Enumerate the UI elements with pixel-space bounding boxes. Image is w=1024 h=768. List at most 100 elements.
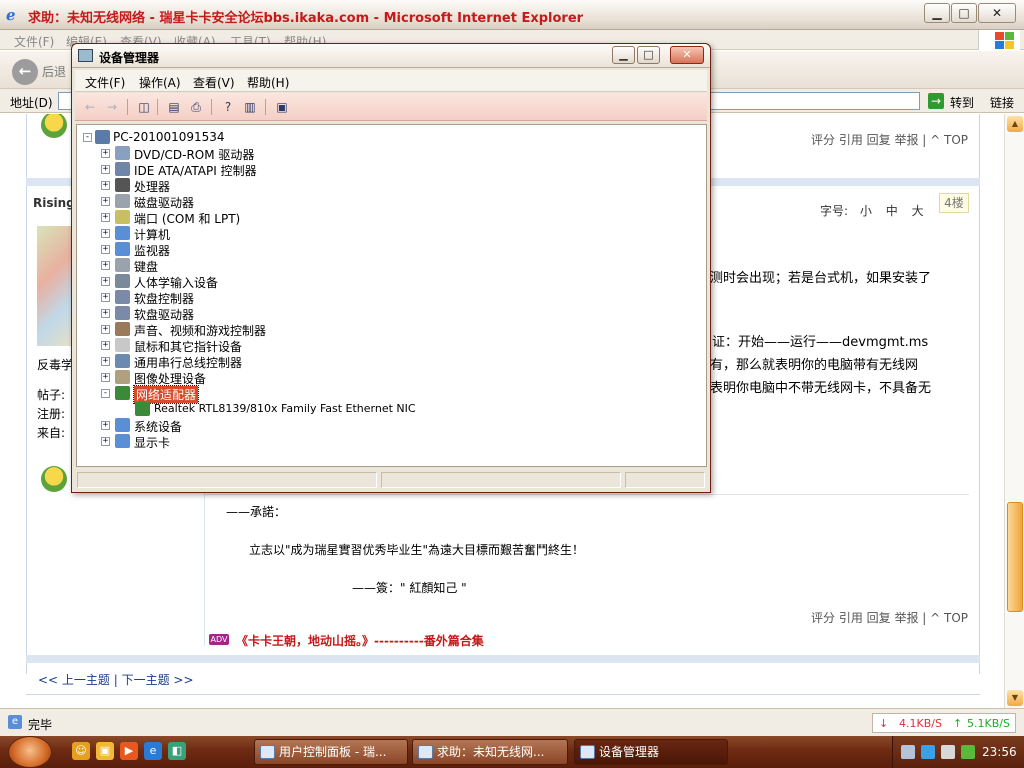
tree-category-item[interactable]: + 磁盘驱动器 (77, 193, 697, 210)
expand-icon[interactable]: + (101, 261, 110, 270)
expand-icon[interactable]: + (101, 229, 110, 238)
tree-category-item[interactable]: + 键盘 (77, 257, 697, 274)
expand-icon[interactable]: + (101, 149, 110, 158)
network-speed-meter: ↓ 4.1KB/S ↑ 5.1KB/S (872, 713, 1016, 733)
tree-category-item[interactable]: + IDE ATA/ATAPI 控制器 (77, 161, 697, 178)
user-name[interactable]: Rising (33, 196, 75, 210)
scroll-up-icon[interactable]: ▲ (1007, 116, 1023, 132)
go-button[interactable]: 转到 (950, 94, 974, 111)
font-small-button[interactable]: 小 (860, 204, 872, 218)
post-body-line: 表明你电脑中不带无线网卡，不具备无 (710, 381, 932, 396)
task-ie-forum[interactable]: 求助：未知无线网... (412, 739, 568, 765)
tree-category-item[interactable]: + 通用串行总线控制器 (77, 353, 697, 370)
back-button-label[interactable]: 后退 (42, 63, 66, 80)
tree-category-item[interactable]: + 系统设备 (77, 417, 697, 434)
quicklaunch-folder-icon[interactable]: ▣ (96, 742, 114, 760)
back-arrow-icon[interactable]: ← (81, 98, 99, 116)
quicklaunch-app-icon[interactable]: ☺ (72, 742, 90, 760)
go-arrow-icon[interactable]: → (928, 93, 944, 109)
font-medium-button[interactable]: 中 (886, 204, 898, 218)
expand-icon[interactable]: + (101, 357, 110, 366)
clock[interactable]: 23:56 (982, 745, 1017, 759)
expand-icon[interactable]: + (101, 373, 110, 382)
tree-category-item[interactable]: + 软盘驱动器 (77, 305, 697, 322)
tree-category-item[interactable]: + 软盘控制器 (77, 289, 697, 306)
tree-category-item[interactable]: + 处理器 (77, 177, 697, 194)
help-icon[interactable]: ? (219, 98, 237, 116)
tray-antivirus-icon[interactable] (921, 745, 935, 759)
post-actions[interactable]: 评分 引用 回复 举报 | ^ TOP (811, 131, 968, 148)
list-view-icon[interactable]: ▥ (241, 98, 259, 116)
scroll-thumb[interactable] (1007, 502, 1023, 612)
expand-icon[interactable]: + (101, 213, 110, 222)
expand-icon[interactable]: + (101, 325, 110, 334)
post-actions[interactable]: 评分 引用 回复 举报 | ^ TOP (811, 609, 968, 626)
upload-arrow-icon: ↑ (953, 717, 963, 730)
show-hide-tree-icon[interactable]: ◫ (135, 98, 153, 116)
start-button[interactable] (8, 736, 52, 768)
tree-root[interactable]: - PC-201001091534 (77, 129, 697, 145)
maximize-button[interactable]: □ (951, 3, 977, 23)
tray-network-icon[interactable] (901, 745, 915, 759)
scan-hardware-icon[interactable]: ▣ (273, 98, 291, 116)
expand-icon[interactable]: + (101, 309, 110, 318)
expand-icon[interactable]: + (101, 181, 110, 190)
forward-arrow-icon[interactable]: → (103, 98, 121, 116)
tray-app-icon[interactable] (961, 745, 975, 759)
tree-category-item[interactable]: + 鼠标和其它指针设备 (77, 337, 697, 354)
dm-toolbar: ← → ◫ ▤ ⎙ ? ▥ ▣ (75, 93, 707, 121)
tree-category-item[interactable]: + 计算机 (77, 225, 697, 242)
scroll-down-icon[interactable]: ▼ (1007, 690, 1023, 706)
tree-category-item[interactable]: + 声音、视频和游戏控制器 (77, 321, 697, 338)
close-button[interactable]: ✕ (978, 3, 1016, 23)
quicklaunch-ie-icon[interactable]: e (144, 742, 162, 760)
tray-volume-icon[interactable] (941, 745, 955, 759)
tree-category-item[interactable]: + 图像处理设备 (77, 369, 697, 386)
address-label: 地址(D) (10, 96, 53, 110)
task-user-control-panel[interactable]: 用户控制面板 - 瑞... (254, 739, 408, 765)
quicklaunch-desktop-icon[interactable]: ◧ (168, 742, 186, 760)
vertical-scrollbar[interactable]: ▲ ▼ (1004, 114, 1024, 708)
user-avatar-icon (41, 114, 67, 138)
expand-icon[interactable]: + (101, 341, 110, 350)
floor-badge: 4楼 (939, 193, 969, 213)
properties-icon[interactable]: ▤ (165, 98, 183, 116)
expand-icon[interactable]: + (101, 197, 110, 206)
links-button[interactable]: 链接 (990, 94, 1014, 111)
dm-close-button[interactable]: ✕ (670, 46, 704, 64)
expand-icon[interactable]: + (101, 277, 110, 286)
expand-icon[interactable]: + (101, 165, 110, 174)
dm-menu-help[interactable]: 帮助(H) (247, 74, 289, 91)
tree-category-item[interactable]: + 监视器 (77, 241, 697, 258)
expand-icon[interactable]: + (101, 245, 110, 254)
thread-navigation[interactable]: << 上一主题 | 下一主题 >> (38, 671, 194, 688)
back-arrow-icon[interactable]: ← (12, 59, 38, 85)
expand-icon[interactable]: + (101, 421, 110, 430)
dm-minimize-button[interactable]: ▁ (612, 46, 635, 64)
quicklaunch-media-icon[interactable]: ▶ (120, 742, 138, 760)
tree-category-item[interactable]: + DVD/CD-ROM 驱动器 (77, 145, 697, 162)
dm-maximize-button[interactable]: □ (637, 46, 660, 64)
computer-icon (95, 130, 110, 144)
ie-title-bar: ℯ 求助：未知无线网络 - 瑞星卡卡安全论坛bbs.ikaka.com - Mi… (0, 0, 1024, 30)
collapse-icon[interactable]: - (83, 133, 92, 142)
adv-link[interactable]: 《卡卡王朝，地动山摇。》----------番外篇合集 (236, 632, 484, 649)
tree-category-item[interactable]: + 显示卡 (77, 433, 697, 450)
tree-category-item[interactable]: - 网络适配器 (77, 385, 697, 404)
expand-icon[interactable]: + (101, 293, 110, 302)
dm-menu-view[interactable]: 查看(V) (193, 74, 235, 91)
device-tree[interactable]: - PC-201001091534 + DVD/CD-ROM 驱动器 + IDE ATA/… (76, 124, 707, 467)
collapse-icon[interactable]: - (101, 389, 110, 398)
task-device-manager[interactable]: 设备管理器 (574, 739, 728, 765)
dm-menu-file[interactable]: 文件(F) (85, 74, 125, 91)
print-icon[interactable]: ⎙ (187, 98, 205, 116)
tree-category-item[interactable]: + 端口 (COM 和 LPT) (77, 209, 697, 226)
font-large-button[interactable]: 大 (912, 204, 924, 218)
menu-file[interactable]: 文件(F) (14, 33, 54, 50)
tree-device-item[interactable]: Realtek RTL8139/810x Family Fast Etherne… (77, 401, 697, 417)
tree-category-item[interactable]: + 人体学输入设备 (77, 273, 697, 290)
minimize-button[interactable]: ▁ (924, 3, 950, 23)
dm-menu-action[interactable]: 操作(A) (139, 74, 181, 91)
device-manager-title-bar[interactable]: 设备管理器 ▁ □ ✕ (72, 44, 710, 68)
expand-icon[interactable]: + (101, 437, 110, 446)
